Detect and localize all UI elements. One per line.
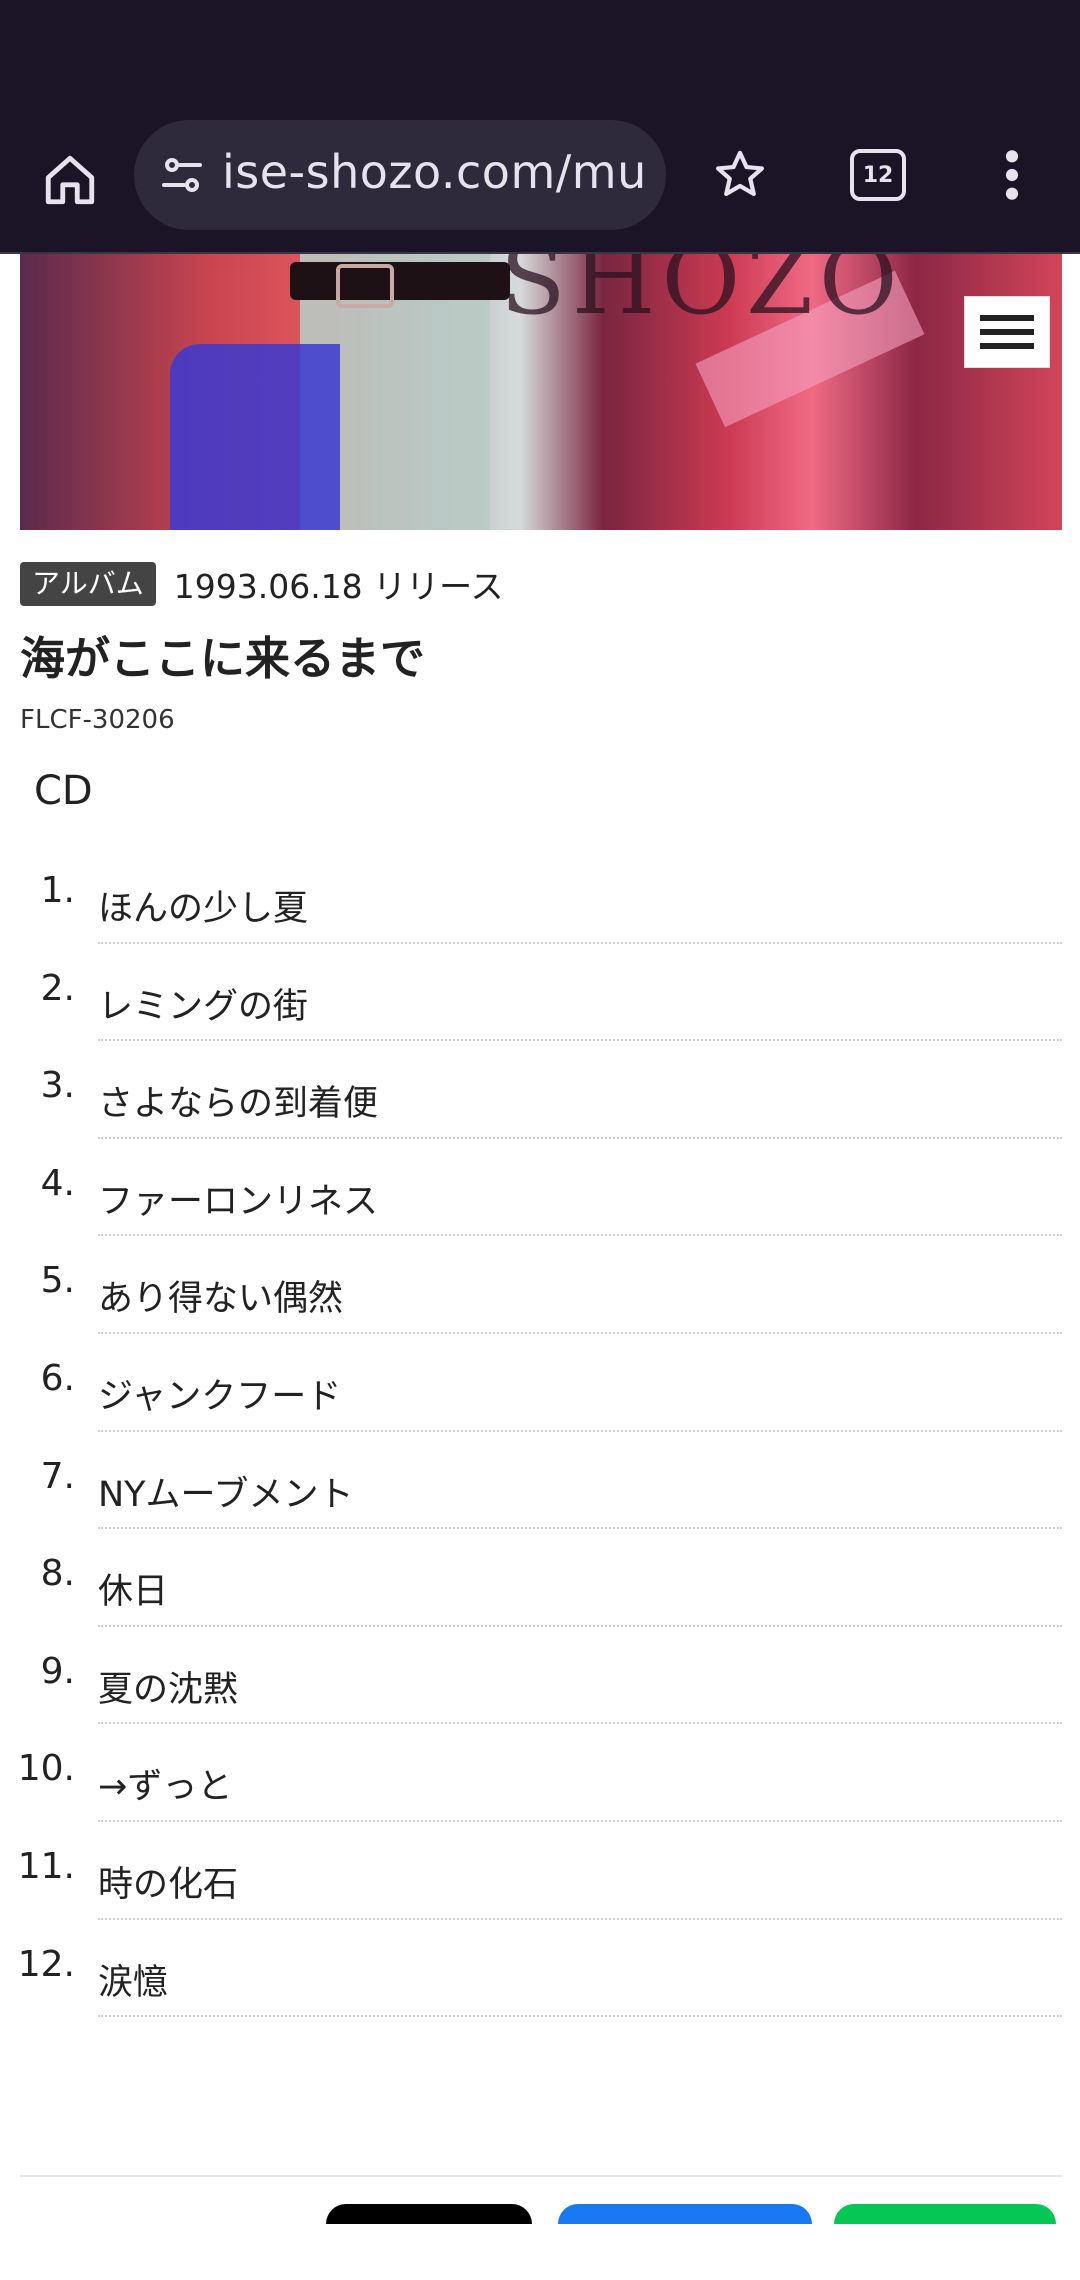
track-title: あり得ない偶然: [98, 1279, 344, 1320]
site-settings-icon[interactable]: [154, 147, 210, 203]
album-type-badge: アルバム: [20, 562, 156, 606]
hamburger-menu-icon[interactable]: [965, 297, 1049, 367]
media-format: CD: [34, 768, 93, 814]
track-item: 8. 休日: [0, 1529, 1080, 1627]
track-item: 5. あり得ない偶然: [0, 1236, 1080, 1334]
track-number: 1.: [40, 870, 75, 911]
home-icon: [45, 155, 95, 205]
browser-toolbar: ise-shozo.com/mu 12: [0, 110, 1080, 254]
track-item: 7. NYムーブメント: [0, 1432, 1080, 1530]
album-title: 海がここに来るまで: [20, 632, 426, 685]
hero-buckle: [336, 264, 394, 308]
track-number: 12.: [17, 1943, 75, 1985]
share-line-button[interactable]: [834, 2204, 1056, 2224]
address-bar[interactable]: ise-shozo.com/mu: [134, 120, 666, 230]
hero-image: SHOZO: [20, 254, 1062, 530]
catalog-number: FLCF-30206: [20, 705, 175, 735]
track-title: ほんの少し夏: [98, 889, 309, 929]
track-title: 休日: [98, 1572, 169, 1613]
track-number: 6.: [40, 1357, 75, 1399]
hero-belt: [290, 262, 510, 300]
track-number: 5.: [40, 1260, 75, 1302]
footer-divider: [20, 2175, 1062, 2177]
track-title: 時の化石: [98, 1864, 239, 1905]
bookmark-button[interactable]: [700, 135, 780, 215]
share-x-button[interactable]: [326, 2204, 532, 2224]
tab-count: 12: [850, 149, 906, 201]
track-title: →ずっと: [98, 1767, 233, 1808]
track-item: 1. ほんの少し夏: [0, 846, 1080, 944]
url-text: ise-shozo.com/mu: [222, 145, 647, 199]
track-item: 6. ジャンクフード: [0, 1334, 1080, 1432]
hero-logo: SHOZO: [500, 254, 904, 336]
home-button[interactable]: [30, 140, 110, 220]
track-number: 9.: [40, 1650, 75, 1692]
track-title: レミングの街: [98, 986, 309, 1027]
track-title: 夏の沈黙: [98, 1669, 239, 1710]
track-item: 3. さよならの到着便: [0, 1041, 1080, 1139]
track-item: 11. 時の化石: [0, 1822, 1080, 1920]
track-item: 4. ファーロンリネス: [0, 1139, 1080, 1237]
share-facebook-button[interactable]: [558, 2204, 812, 2224]
track-title: ファーロンリネス: [98, 1181, 379, 1222]
track-item: 2. レミングの街: [0, 944, 1080, 1042]
track-divider: [98, 2015, 1062, 2018]
track-number: 7.: [40, 1455, 75, 1497]
hero-shadow: [170, 344, 340, 530]
track-number: 4.: [40, 1162, 75, 1204]
tab-switcher-button[interactable]: 12: [838, 135, 918, 215]
status-bar: [0, 0, 1080, 110]
browser-menu-button[interactable]: [972, 135, 1052, 215]
star-icon: [715, 150, 765, 196]
track-item: 10. →ずっと: [0, 1724, 1080, 1822]
track-number: 10.: [17, 1748, 75, 1790]
more-vert-icon: [1005, 150, 1019, 200]
track-number: 2.: [40, 967, 75, 1009]
track-number: 3.: [40, 1065, 75, 1107]
track-title: さよならの到着便: [98, 1084, 379, 1125]
track-title: NYムーブメント: [98, 1474, 354, 1515]
album-meta: アルバム 1993.06.18 リリース: [20, 560, 504, 608]
track-number: 8.: [40, 1553, 75, 1595]
release-date: 1993.06.18 リリース: [173, 567, 504, 606]
track-title: 涙憶: [98, 1962, 169, 2003]
track-item: 12. 涙憶: [0, 1920, 1080, 2018]
track-item: 9. 夏の沈黙: [0, 1627, 1080, 1725]
track-number: 11.: [17, 1845, 75, 1887]
track-list: 1. ほんの少し夏 2. レミングの街 3. さよならの到着便 4. ファーロンリネス 5. あり…: [0, 846, 1080, 2018]
track-title: ジャンクフード: [98, 1376, 342, 1417]
